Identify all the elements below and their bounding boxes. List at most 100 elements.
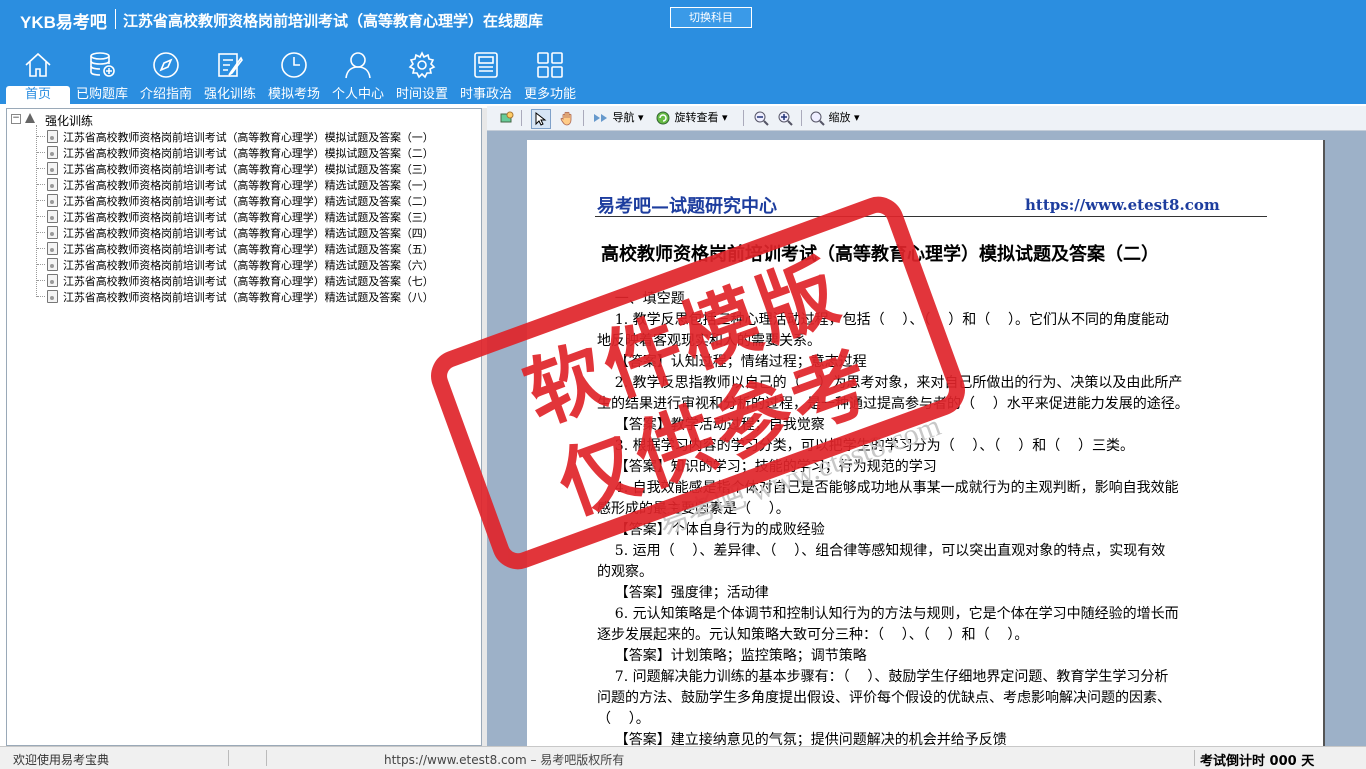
document-line: 问题的方法、鼓励学生多角度提出假设、评价每个假设的优缺点、考虑影响解决问题的因素… xyxy=(597,690,1171,706)
nav-mock-exam[interactable]: 模拟考场 xyxy=(262,46,326,104)
database-icon xyxy=(90,52,115,77)
zoom-label: 缩放 xyxy=(828,111,851,124)
nav-label: 个人中心 xyxy=(331,87,384,102)
tree-item-label: 江苏省高校教师资格岗前培训考试（高等教育心理学）精选试题及答案（七） xyxy=(63,275,434,288)
document-brand: 易考吧—试题研究中心 xyxy=(597,196,777,217)
settings-icon xyxy=(500,111,514,123)
tree-item[interactable]: 江苏省高校教师资格岗前培训考试（高等教育心理学）精选试题及答案（一） xyxy=(37,176,477,192)
tree-item[interactable]: 江苏省高校教师资格岗前培训考试（高等教育心理学）精选试题及答案（四） xyxy=(37,224,477,240)
viewer-toolbar: 导航 ▾ 旋转查看 ▾ 缩放 ▾ xyxy=(487,106,1366,131)
tree-item-label: 江苏省高校教师资格岗前培训考试（高等教育心理学）模拟试题及答案（一） xyxy=(63,131,434,144)
header: YKB易考吧 江苏省高校教师资格岗前培训考试（高等教育心理学）在线题库 切换科目… xyxy=(0,0,1366,104)
tree-item-label: 江苏省高校教师资格岗前培训考试（高等教育心理学）精选试题及答案（二） xyxy=(63,195,434,208)
nav-time-settings[interactable]: 时间设置 xyxy=(390,46,454,104)
zoom-menu[interactable]: 缩放 ▾ xyxy=(809,109,860,127)
document-icon xyxy=(47,178,58,191)
tree-item[interactable]: 江苏省高校教师资格岗前培训考试（高等教育心理学）精选试题及答案（六） xyxy=(37,256,477,272)
tree-item[interactable]: 江苏省高校教师资格岗前培训考试（高等教育心理学）精选试题及答案（二） xyxy=(37,192,477,208)
nav-label: 已购题库 xyxy=(75,87,128,102)
nav-label: 更多功能 xyxy=(523,87,576,102)
document-line: 5. 运用（ ）、差异律、（ ）、组合律等感知规律，可以突出直观对象的特点，实现… xyxy=(597,543,1166,559)
nav-purchased[interactable]: 已购题库 xyxy=(70,46,134,104)
status-separator xyxy=(266,750,267,766)
document-line: 6. 元认知策略是个体调节和控制认知行为的方法与规则，它是个体在学习中随经验的增… xyxy=(597,606,1179,622)
select-tool-button[interactable] xyxy=(531,109,551,129)
nav-current-affairs[interactable]: 时事政治 xyxy=(454,46,518,104)
magnifier-icon xyxy=(810,111,825,126)
zoom-out-icon xyxy=(754,111,769,126)
home-icon xyxy=(25,52,51,77)
nav-label: 首页 xyxy=(6,86,70,104)
tree-item[interactable]: 江苏省高校教师资格岗前培训考试（高等教育心理学）精选试题及答案（七） xyxy=(37,272,477,288)
folder-icon xyxy=(25,113,35,123)
arrows-icon xyxy=(594,114,607,122)
nav-personal[interactable]: 个人中心 xyxy=(326,46,390,104)
user-icon xyxy=(345,52,371,79)
tree-item[interactable]: 江苏省高校教师资格岗前培训考试（高等教育心理学）精选试题及答案（五） xyxy=(37,240,477,256)
nav-more[interactable]: 更多功能 xyxy=(518,46,582,104)
toolbar-settings-button[interactable] xyxy=(499,109,515,127)
status-countdown: 考试倒计时 000 天 xyxy=(1200,754,1315,769)
navigate-label: 导航 xyxy=(612,111,635,124)
status-separator xyxy=(1194,750,1195,766)
status-copyright: https://www.etest8.com – 易考吧版权所有 xyxy=(384,753,625,767)
document-icon xyxy=(47,258,58,271)
gear-icon xyxy=(408,51,436,79)
header-rule xyxy=(595,216,1267,217)
grid-icon xyxy=(537,52,563,78)
zoom-in-button[interactable] xyxy=(777,109,793,127)
tree-item[interactable]: 江苏省高校教师资格岗前培训考试（高等教育心理学）模拟试题及答案（一） xyxy=(37,128,477,144)
cursor-icon xyxy=(535,111,547,126)
nav-training[interactable]: 强化训练 xyxy=(198,46,262,104)
toolbar-separator xyxy=(743,110,744,126)
tree-item[interactable]: 江苏省高校教师资格岗前培训考试（高等教育心理学）精选试题及答案（八） xyxy=(37,288,477,304)
status-separator xyxy=(228,750,229,766)
title-divider xyxy=(115,9,116,29)
tree-root-label: 强化训练 xyxy=(45,114,94,128)
document-icon xyxy=(47,274,58,287)
nav-label: 时事政治 xyxy=(459,87,512,102)
hand-tool-button[interactable] xyxy=(559,109,575,127)
hand-icon xyxy=(560,111,572,126)
clock-icon xyxy=(281,52,307,78)
document-icon xyxy=(47,226,58,239)
document-icon xyxy=(47,210,58,223)
toolbar-separator xyxy=(583,110,584,126)
tree-item-label: 江苏省高校教师资格岗前培训考试（高等教育心理学）精选试题及答案（六） xyxy=(63,259,434,272)
tree-item[interactable]: 江苏省高校教师资格岗前培训考试（高等教育心理学）模拟试题及答案（二） xyxy=(37,144,477,160)
document-line: 的观察。 xyxy=(597,564,653,580)
zoom-out-button[interactable] xyxy=(753,109,769,127)
nav-label: 强化训练 xyxy=(203,87,256,102)
tree-item-label: 江苏省高校教师资格岗前培训考试（高等教育心理学）精选试题及答案（四） xyxy=(63,227,434,240)
nav-guide[interactable]: 介绍指南 xyxy=(134,46,198,104)
tree-item-label: 江苏省高校教师资格岗前培训考试（高等教育心理学）模拟试题及答案（二） xyxy=(63,147,434,160)
tree-item[interactable]: 江苏省高校教师资格岗前培训考试（高等教育心理学）模拟试题及答案（三） xyxy=(37,160,477,176)
navigate-menu[interactable]: 导航 ▾ xyxy=(593,109,644,127)
tree-item-label: 江苏省高校教师资格岗前培训考试（高等教育心理学）精选试题及答案（八） xyxy=(63,291,434,304)
nav-home[interactable]: 首页 xyxy=(6,46,70,104)
rotate-menu[interactable]: 旋转查看 ▾ xyxy=(655,109,728,127)
document-icon xyxy=(47,290,58,303)
toolbar-separator xyxy=(521,110,522,126)
tree-item[interactable]: 江苏省高校教师资格岗前培训考试（高等教育心理学）精选试题及答案（三） xyxy=(37,208,477,224)
tree-item-label: 江苏省高校教师资格岗前培训考试（高等教育心理学）精选试题及答案（五） xyxy=(63,243,434,256)
switch-subject-button[interactable]: 切换科目 xyxy=(670,7,752,28)
app-window: YKB易考吧 江苏省高校教师资格岗前培训考试（高等教育心理学）在线题库 切换科目… xyxy=(0,0,1366,769)
document-icon xyxy=(47,162,58,175)
status-welcome: 欢迎使用易考宝典 xyxy=(13,753,110,767)
title-bar: YKB易考吧 江苏省高校教师资格岗前培训考试（高等教育心理学）在线题库 切换科目 xyxy=(0,0,1366,36)
document-line: 【答案】计划策略；监控策略；调节策略 xyxy=(597,648,867,664)
document-line: 逐步发展起来的。元认知策略大致可分三种：（ ）、（ ）和（ ）。 xyxy=(597,627,1029,643)
document-line: （ ）。 xyxy=(597,711,650,727)
tree-item-label: 江苏省高校教师资格岗前培训考试（高等教育心理学）精选试题及答案（三） xyxy=(63,211,434,224)
compass-icon xyxy=(153,52,179,78)
rotate-label: 旋转查看 xyxy=(674,111,719,124)
question-tree: − 强化训练 江苏省高校教师资格岗前培训考试（高等教育心理学）模拟试题及答案（一… xyxy=(6,108,482,746)
nav-label: 时间设置 xyxy=(395,87,448,102)
document-line: 7. 问题解决能力训练的基本步骤有：（ ）、鼓励学生仔细地界定问题、教育学生学习… xyxy=(597,669,1169,685)
collapse-icon[interactable]: − xyxy=(11,114,21,124)
edit-icon xyxy=(218,53,243,77)
document-line: 【答案】强度律；活动律 xyxy=(597,585,769,601)
app-title: 江苏省高校教师资格岗前培训考试（高等教育心理学）在线题库 xyxy=(123,12,544,30)
tree-item-label: 江苏省高校教师资格岗前培训考试（高等教育心理学）模拟试题及答案（三） xyxy=(63,163,434,176)
